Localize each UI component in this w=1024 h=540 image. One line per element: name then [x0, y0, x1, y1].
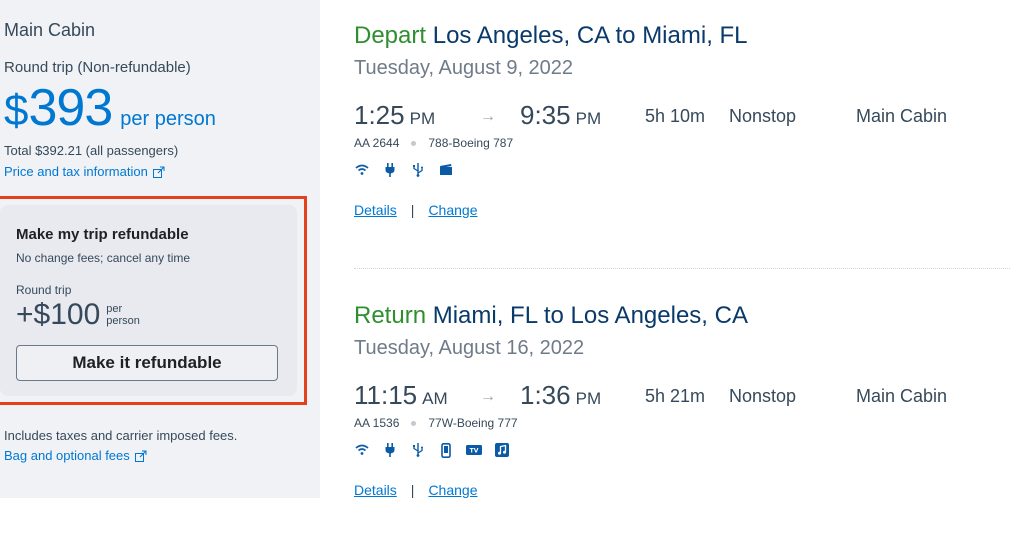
flight-times: 1:25 PM → 9:35 PM 5h 10m Nonstop Main Cabi…	[354, 100, 1010, 134]
aircraft: 77W-Boeing 777	[428, 416, 518, 430]
leg-links: Details | Change	[354, 482, 1010, 498]
depart-time: 1:25 PM	[354, 100, 435, 131]
return-flight: Return Miami, FL to Los Angeles, CA Tues…	[354, 300, 1010, 498]
arrive-time: 1:36 PM	[520, 380, 601, 411]
leg-links: Details | Change	[354, 202, 1010, 218]
leg-heading: Return Miami, FL to Los Angeles, CA	[354, 300, 1010, 332]
link-separator: |	[410, 202, 415, 218]
price-amount: 393	[28, 79, 113, 137]
bag-fees-link[interactable]: Bag and optional fees	[4, 448, 147, 463]
tv-icon: TV	[466, 443, 482, 457]
external-link-icon	[152, 166, 165, 178]
flight-number: AA 1536	[354, 416, 400, 430]
depart-time-value: 11:15	[354, 380, 418, 410]
cabin-label: Main Cabin	[4, 20, 96, 40]
stops: Nonstop	[729, 386, 797, 406]
leg-heading: Depart Los Angeles, CA to Miami, FL	[354, 20, 1010, 52]
arrow-right-icon: →	[480, 388, 496, 405]
flight-times: 11:15 AM → 1:36 PM 5h 21m Nonstop Main Cab…	[354, 380, 1010, 414]
arrive-time: 9:35 PM	[520, 100, 601, 131]
total-price: Total $392.21 (all passengers)	[4, 143, 179, 158]
refund-trip-label: Round trip	[16, 283, 72, 297]
refund-card: Make my trip refundable No change fees; …	[0, 205, 297, 396]
leg-divider	[354, 268, 1010, 269]
refund-subtitle: No change fees; cancel any time	[16, 251, 191, 265]
power-icon	[382, 163, 398, 177]
wifi-icon	[354, 163, 370, 177]
stops: Nonstop	[729, 106, 797, 126]
music-icon	[494, 443, 510, 457]
trip-type-label: Round trip (Non-refundable)	[4, 59, 191, 76]
depart-time-value: 1:25	[354, 100, 405, 130]
details-link[interactable]: Details	[354, 202, 397, 218]
cabin-class: Main Cabin	[856, 106, 948, 126]
usb-icon	[410, 163, 426, 177]
refund-title: Make my trip refundable	[16, 226, 189, 243]
depart-time: 11:15 AM	[354, 380, 448, 411]
device-icon	[438, 442, 454, 458]
includes-note: Includes taxes and carrier imposed fees.	[4, 428, 238, 443]
refund-per-person: per person	[106, 303, 140, 327]
change-link[interactable]: Change	[428, 202, 477, 218]
currency-symbol: $	[4, 86, 29, 135]
amenities: TV	[354, 442, 1010, 458]
duration: 5h 10m	[645, 106, 706, 126]
arrive-ampm: PM	[575, 389, 602, 408]
price-tax-link-label: Price and tax information	[4, 164, 148, 179]
leg-direction: Depart	[354, 22, 427, 49]
leg-direction: Return	[354, 302, 427, 329]
refund-price: +$100 per person	[16, 297, 156, 333]
flight-equipment: AA 2644 788-Boeing 787	[354, 136, 1010, 150]
separator-dot	[411, 140, 417, 146]
flight-equipment: AA 1536 77W-Boeing 777	[354, 416, 1010, 430]
price-per-person: $ 393 per person	[4, 82, 216, 137]
separator-dot	[411, 420, 417, 426]
bag-fees-link-label: Bag and optional fees	[4, 448, 130, 463]
aircraft: 788-Boeing 787	[428, 136, 514, 150]
leg-date: Tuesday, August 9, 2022	[354, 57, 574, 79]
entertainment-icon	[438, 163, 454, 177]
per-person-label: per person	[120, 108, 216, 130]
details-link[interactable]: Details	[354, 482, 397, 498]
fare-summary-panel: Main Cabin Round trip (Non-refundable) $…	[0, 0, 320, 498]
duration: 5h 21m	[645, 386, 706, 406]
wifi-icon	[354, 443, 370, 457]
depart-ampm: AM	[422, 389, 448, 408]
leg-route: Los Angeles, CA to Miami, FL	[432, 22, 748, 49]
external-link-icon	[134, 450, 147, 462]
arrive-time-value: 1:36	[520, 380, 571, 410]
flight-number: AA 2644	[354, 136, 400, 150]
make-refundable-button[interactable]: Make it refundable	[16, 345, 278, 381]
svg-text:TV: TV	[470, 448, 479, 455]
refund-highlight: Make my trip refundable No change fees; …	[0, 196, 307, 405]
depart-flight: Depart Los Angeles, CA to Miami, FL Tues…	[354, 20, 1010, 218]
amenities	[354, 162, 1010, 178]
arrow-right-icon: →	[480, 108, 496, 125]
leg-route: Miami, FL to Los Angeles, CA	[432, 302, 748, 329]
link-separator: |	[410, 482, 415, 498]
arrive-time-value: 9:35	[520, 100, 571, 130]
depart-ampm: PM	[409, 109, 436, 128]
arrive-ampm: PM	[575, 109, 602, 128]
power-icon	[382, 443, 398, 457]
refund-amount: +$100	[16, 298, 101, 331]
usb-icon	[410, 443, 426, 457]
cabin-class: Main Cabin	[856, 386, 948, 406]
price-tax-link[interactable]: Price and tax information	[4, 164, 165, 179]
change-link[interactable]: Change	[428, 482, 477, 498]
leg-date: Tuesday, August 16, 2022	[354, 337, 585, 359]
